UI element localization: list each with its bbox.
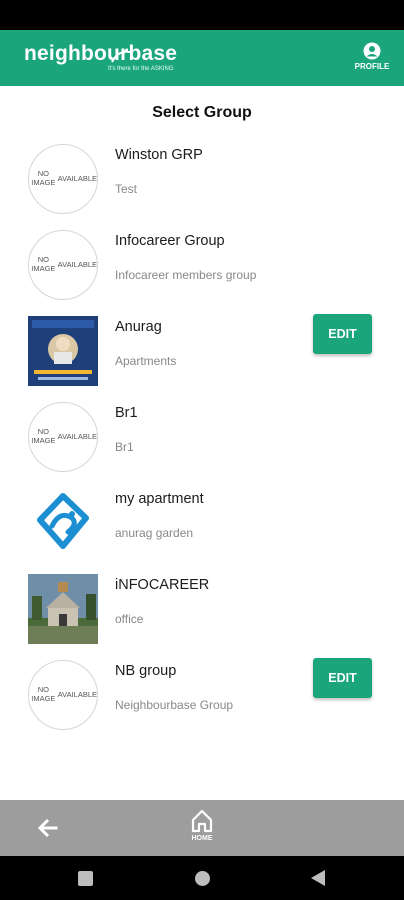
home-circle-icon[interactable] [195,871,210,886]
group-image-temple-photo [28,574,98,644]
group-item[interactable]: NO IMAGE AVAILABLE Br1 Br1 [0,396,404,482]
group-name: Winston GRP [115,147,203,163]
edit-button[interactable]: EDIT [313,658,372,698]
group-item[interactable]: NO IMAGE AVAILABLE Infocareer Group Infoc… [0,224,404,310]
recents-icon[interactable] [78,871,93,886]
home-label: HOME [191,835,213,842]
group-description: Infocareer members group [115,268,257,282]
no-image-placeholder: NO IMAGE AVAILABLE [28,230,98,300]
group-item[interactable]: Anurag Apartments EDIT [0,310,404,396]
system-back-icon[interactable] [310,869,326,887]
group-item[interactable]: NO IMAGE AVAILABLE NB group Neighbourbase… [0,654,404,740]
app-logo: neighbourbase It's there for the ASKING [24,42,194,76]
group-item[interactable]: iNFOCAREER office [0,568,404,654]
group-name: Br1 [115,405,138,421]
edit-button[interactable]: EDIT [313,314,372,354]
logo-swoosh-icon [111,50,131,63]
arrow-left-icon [37,818,58,838]
group-description: Apartments [115,354,177,368]
profile-icon [363,42,381,60]
group-description: office [115,612,144,626]
bottom-bar: HOME [0,800,404,856]
logo-tagline: It's there for the ASKING [108,66,174,72]
group-name: iNFOCAREER [115,577,210,593]
group-name: Infocareer Group [115,233,225,249]
group-description: anurag garden [115,526,194,540]
profile-label: PROFILE [354,62,390,71]
group-name: NB group [115,663,177,679]
home-icon [191,809,213,833]
group-description: Br1 [115,440,134,454]
no-image-placeholder: NO IMAGE AVAILABLE [28,660,98,730]
no-image-placeholder: NO IMAGE AVAILABLE [28,144,98,214]
no-image-placeholder: NO IMAGE AVAILABLE [28,402,98,472]
group-image-engineers-day-poster [28,316,98,386]
logo-text: neighbourbase [24,42,178,65]
system-nav-bar [0,856,404,900]
app-bar: neighbourbase It's there for the ASKING … [0,30,404,86]
group-name: Anurag [115,319,162,335]
home-button[interactable]: HOME [184,808,220,850]
group-name: my apartment [115,491,204,507]
group-description: Test [115,182,138,196]
status-bar [0,0,404,30]
profile-button[interactable]: PROFILE [352,42,392,76]
group-image-blue-swirl-logo [28,488,98,558]
group-description: Neighbourbase Group [115,698,234,712]
group-item[interactable]: my apartment anurag garden [0,482,404,568]
back-button[interactable] [34,814,62,842]
page-title: Select Group [152,104,252,121]
group-item[interactable]: NO IMAGE AVAILABLE Winston GRP Test [0,138,404,224]
group-list: NO IMAGE AVAILABLE Winston GRP Test NO IM… [0,138,404,740]
